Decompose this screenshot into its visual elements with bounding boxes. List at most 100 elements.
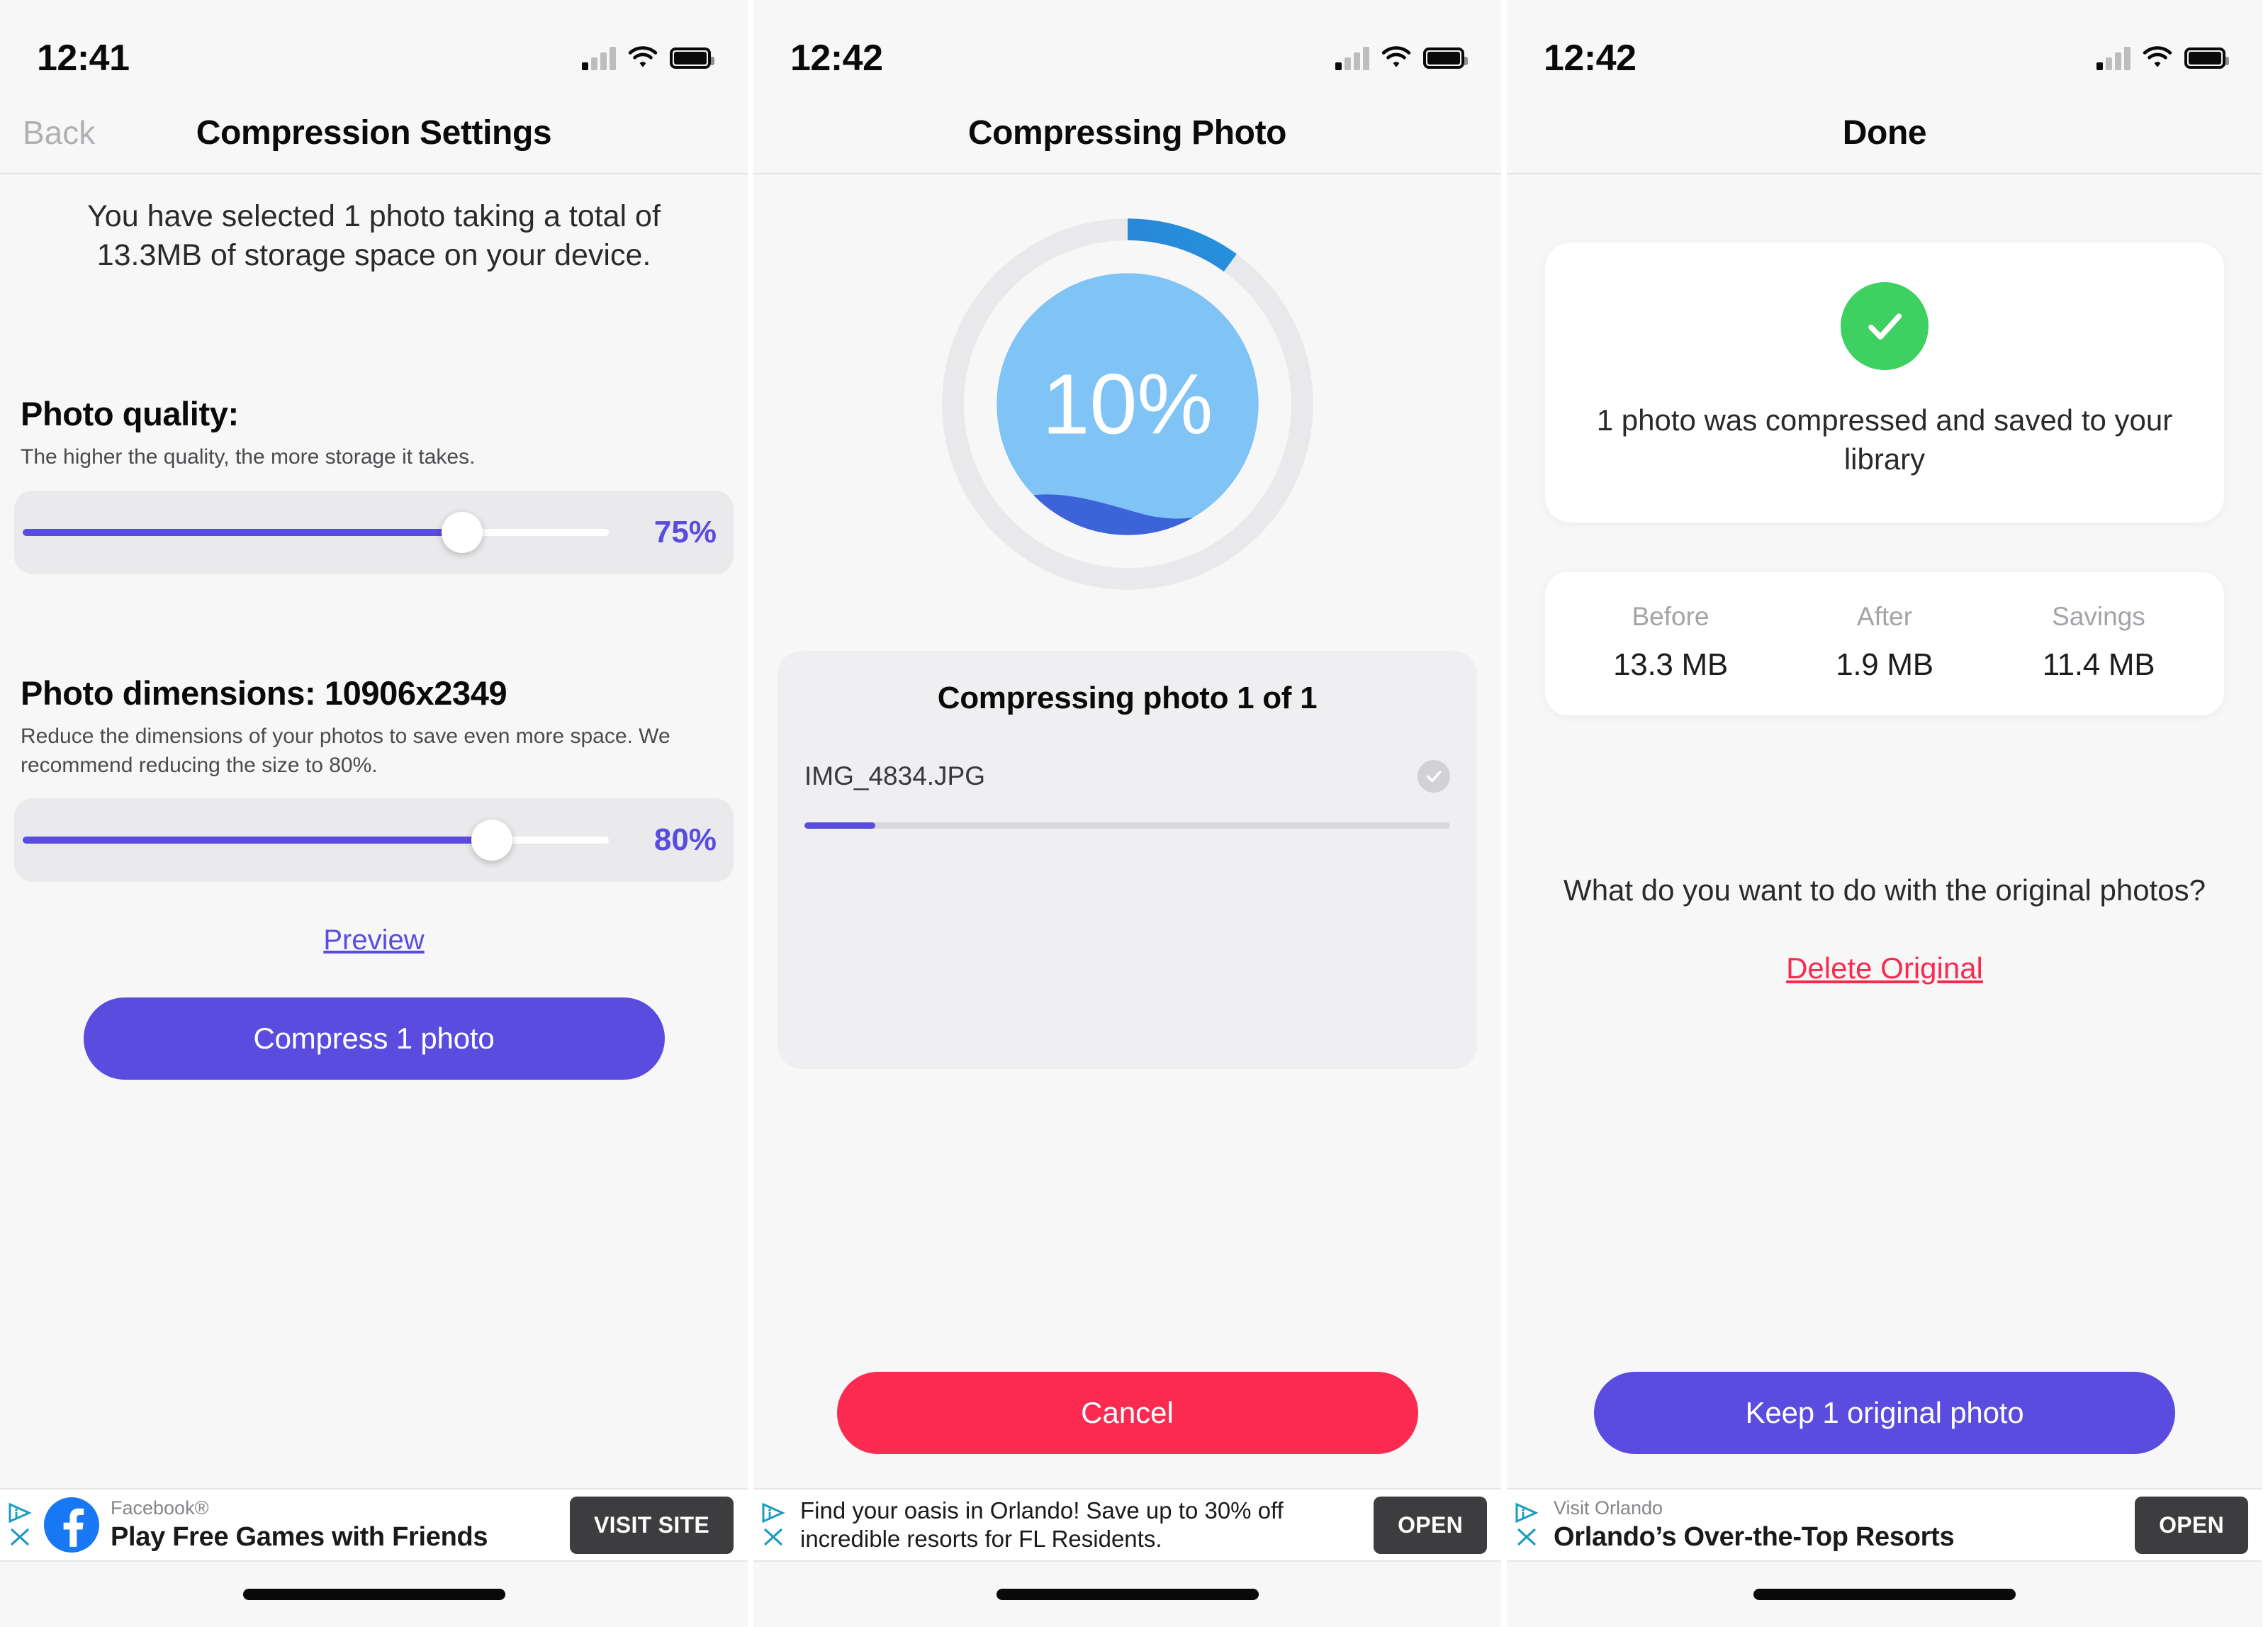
photo-quality-heading: Photo quality: — [21, 395, 239, 433]
savings-stats-card: Before 13.3 MB After 1.9 MB Savings 11.4… — [1545, 572, 2224, 716]
status-time: 12:42 — [1544, 38, 1637, 79]
status-time: 12:41 — [37, 38, 130, 79]
home-indicator-area — [753, 1562, 1501, 1627]
photo-quality-slider[interactable]: 75% — [14, 490, 734, 574]
compress-status-title: Compressing photo 1 of 1 — [937, 681, 1318, 715]
ad-copy: Facebook® Play Free Games with Friends — [108, 1497, 561, 1553]
settings-content: You have selected 1 photo taking a total… — [0, 174, 748, 1488]
dimensions-slider-rail[interactable] — [23, 820, 609, 861]
done-content: 1 photo was compressed and saved to your… — [1507, 174, 2262, 1488]
dimensions-slider-fill — [23, 837, 492, 844]
success-check-icon — [1841, 282, 1929, 370]
screen3-actions: Keep 1 original photo — [1521, 1372, 2248, 1454]
preview-link[interactable]: Preview — [14, 924, 734, 956]
ad-copy: Find your oasis in Orlando! Save up to 3… — [797, 1497, 1365, 1553]
status-indicators — [2096, 46, 2229, 70]
photo-dimensions-slider[interactable]: 80% — [14, 798, 734, 883]
originals-question: What do you want to do with the original… — [1564, 873, 2206, 907]
cellular-bars-icon — [582, 46, 616, 70]
file-name: IMG_4834.JPG — [804, 761, 986, 790]
quality-slider-rail[interactable] — [23, 511, 609, 553]
ad-banner[interactable]: Visit Orlando Orlando’s Over-the-Top Res… — [1507, 1488, 2262, 1562]
quality-value-label: 75% — [653, 514, 717, 549]
progress-indicator: 10% — [768, 206, 1487, 603]
compressing-content: 10% Compressing photo 1 of 1 IMG_4834.JP… — [753, 174, 1501, 1488]
adchoices-icon[interactable] — [761, 1502, 785, 1523]
facebook-logo-icon — [44, 1497, 99, 1553]
screen-compression-settings: 12:41 Back Compression Settings You have… — [0, 0, 753, 1627]
page-title: Compression Settings — [196, 113, 552, 152]
ad-advertiser: Facebook® — [111, 1497, 209, 1519]
status-indicators — [1335, 46, 1468, 70]
nav-bar: Done — [1507, 92, 2262, 174]
selection-summary: You have selected 1 photo taking a total… — [87, 199, 661, 273]
status-indicators — [582, 46, 714, 70]
keep-original-button[interactable]: Keep 1 original photo — [1594, 1372, 2175, 1454]
screenshot-strip: 12:41 Back Compression Settings You have… — [0, 0, 2268, 1627]
ad-headline: Play Free Games with Friends — [111, 1521, 488, 1552]
ad-headline: Orlando’s Over-the-Top Resorts — [1554, 1521, 1955, 1552]
battery-full-icon — [2184, 47, 2229, 69]
page-title: Compressing Photo — [967, 113, 1287, 152]
screen-compressing-photo: 12:42 Compressing Photo 10% Compressing … — [753, 0, 1507, 1627]
cellular-bars-icon — [2096, 46, 2131, 70]
home-indicator[interactable] — [242, 1589, 505, 1600]
nav-bar: Compressing Photo — [753, 92, 1501, 174]
adchoices-icon[interactable] — [1515, 1502, 1539, 1523]
file-progress-bar — [804, 822, 1450, 829]
ad-choices-controls[interactable] — [1511, 1502, 1542, 1548]
stat-value: 11.4 MB — [2042, 647, 2155, 683]
home-indicator-area — [1507, 1562, 2262, 1627]
compress-button[interactable]: Compress 1 photo — [83, 997, 665, 1080]
delete-original-link[interactable]: Delete Original — [1521, 951, 2248, 985]
home-indicator[interactable] — [1753, 1589, 2016, 1600]
battery-full-icon — [670, 47, 714, 69]
stat-before: Before 13.3 MB — [1564, 602, 1778, 683]
ad-banner[interactable]: Find your oasis in Orlando! Save up to 3… — [753, 1488, 1501, 1562]
wifi-icon — [627, 46, 658, 70]
quality-slider-knob[interactable] — [442, 511, 483, 553]
status-bar: 12:42 — [1507, 0, 2262, 92]
dimensions-value-label: 80% — [653, 822, 717, 858]
ad-cta-button[interactable]: VISIT SITE — [569, 1496, 734, 1554]
stat-label: Before — [1632, 602, 1710, 632]
screen2-actions: Cancel — [768, 1372, 1487, 1454]
close-x-icon[interactable] — [761, 1526, 785, 1548]
stat-savings: Savings 11.4 MB — [1992, 602, 2206, 683]
adchoices-icon[interactable] — [8, 1502, 32, 1523]
success-card: 1 photo was compressed and saved to your… — [1545, 242, 2224, 523]
status-bar: 12:41 — [0, 0, 748, 92]
ad-cta-button[interactable]: OPEN — [2135, 1496, 2248, 1554]
nav-bar: Back Compression Settings — [0, 92, 748, 174]
stat-label: Savings — [2052, 602, 2145, 632]
photo-dimensions-heading: Photo dimensions: 10906x2349 — [21, 673, 507, 712]
ad-copy: Visit Orlando Orlando’s Over-the-Top Res… — [1551, 1497, 2126, 1553]
close-x-icon[interactable] — [8, 1526, 32, 1548]
stat-after: After 1.9 MB — [1778, 602, 1992, 683]
photo-dimensions-subtext: Reduce the dimensions of your photos to … — [21, 724, 670, 777]
file-progress-card: Compressing photo 1 of 1 IMG_4834.JPG — [777, 651, 1477, 1069]
status-time: 12:42 — [790, 38, 883, 79]
circular-progress-icon: 10% — [941, 218, 1313, 590]
cancel-button[interactable]: Cancel — [836, 1372, 1418, 1454]
photo-quality-subtext: The higher the quality, the more storage… — [21, 445, 476, 469]
check-circle-icon — [1418, 760, 1450, 793]
page-title: Done — [1842, 113, 1927, 152]
wifi-icon — [2142, 46, 2173, 70]
screen-done: 12:42 Done 1 photo was compressed and sa… — [1507, 0, 2262, 1627]
dimensions-slider-knob[interactable] — [471, 820, 512, 861]
progress-percent-label: 10% — [1042, 357, 1213, 452]
quality-slider-fill — [23, 528, 463, 536]
ad-body-text: Find your oasis in Orlando! Save up to 3… — [800, 1497, 1284, 1552]
ad-banner[interactable]: Facebook® Play Free Games with Friends V… — [0, 1488, 748, 1562]
ad-choices-controls[interactable] — [758, 1502, 789, 1548]
stat-label: After — [1856, 602, 1913, 632]
ad-cta-button[interactable]: OPEN — [1374, 1496, 1487, 1554]
status-bar: 12:42 — [753, 0, 1501, 92]
ad-choices-controls[interactable] — [4, 1502, 35, 1548]
photo-quality-section: Photo quality: The higher the quality, t… — [14, 394, 734, 574]
close-x-icon[interactable] — [1515, 1526, 1539, 1548]
stat-value: 1.9 MB — [1836, 647, 1933, 683]
home-indicator[interactable] — [996, 1589, 1259, 1600]
back-button[interactable]: Back — [13, 106, 105, 159]
